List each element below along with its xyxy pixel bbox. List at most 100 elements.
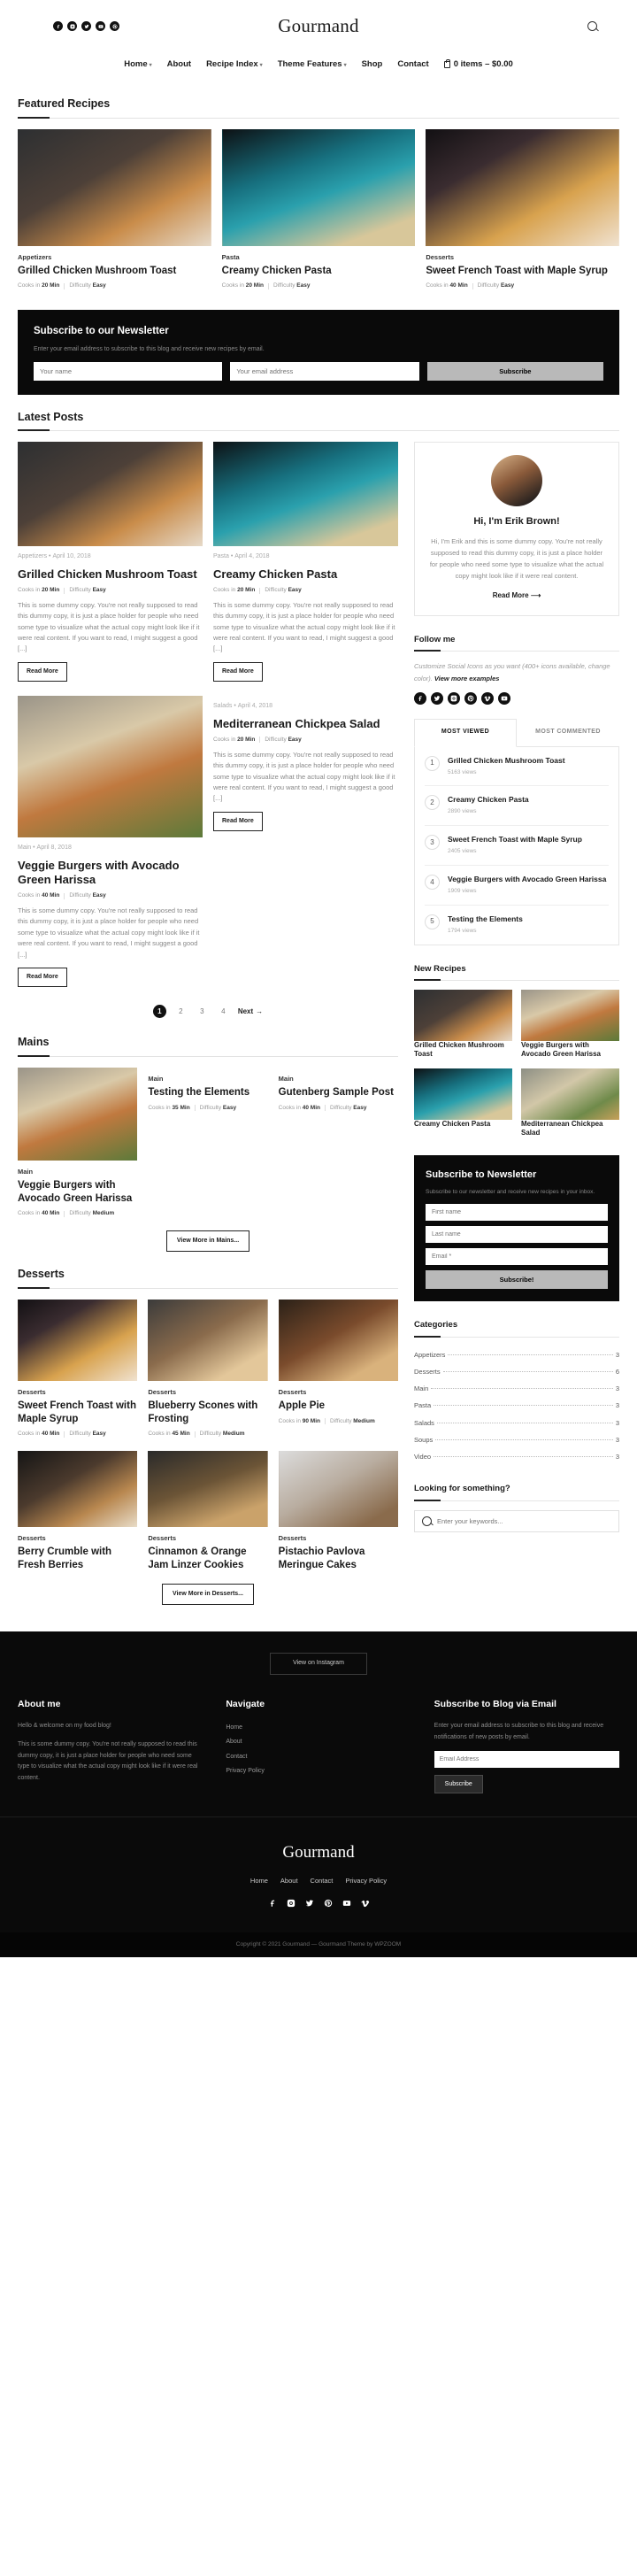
recipe-title[interactable]: Sweet French Toast with Maple Syrup [18, 1400, 137, 1425]
last-name-input[interactable] [426, 1226, 608, 1244]
category-row[interactable]: Video 3 [414, 1448, 619, 1465]
nav-item-recipe-index[interactable]: Recipe Index ▾ [206, 58, 263, 71]
recipe-title[interactable]: Blueberry Scones with Frosting [148, 1400, 267, 1425]
newsletter-subscribe-button[interactable]: Subscribe [426, 361, 603, 381]
about-read-more-link[interactable]: Read More ⟶ [493, 590, 541, 601]
category-row[interactable]: Soups 3 [414, 1431, 619, 1448]
subscribe-button[interactable]: Subscribe! [426, 1270, 608, 1290]
recipe-title[interactable]: Veggie Burgers with Avocado Green Hariss… [521, 1041, 619, 1060]
dessert-card[interactable]: Desserts Berry Crumble with Fresh Berrie… [18, 1450, 138, 1571]
recipe-category[interactable]: Main [18, 1167, 137, 1176]
instagram-icon[interactable] [448, 692, 460, 706]
footer-bottom-privacy[interactable]: Privacy Policy [345, 1876, 387, 1886]
dessert-card[interactable]: Desserts Pistachio Pavlova Meringue Cake… [278, 1450, 398, 1571]
ranked-item[interactable]: 4 Veggie Burgers with Avocado Green Hari… [425, 866, 609, 906]
twitter-icon[interactable] [304, 1898, 314, 1908]
vimeo-icon[interactable] [360, 1898, 370, 1908]
twitter-icon[interactable] [431, 692, 443, 706]
post-thumbnail[interactable] [18, 442, 203, 547]
ranked-item[interactable]: 5 Testing the Elements 1794 views [425, 906, 609, 945]
recipe-thumbnail[interactable] [414, 989, 512, 1041]
post-title[interactable]: Veggie Burgers with Avocado Green Hariss… [18, 859, 203, 888]
facebook-icon[interactable] [53, 21, 63, 32]
view-more-desserts-button[interactable]: View More in Desserts... [161, 1583, 254, 1606]
mains-card[interactable]: Main Testing the Elements Cooks in 35 Mi… [148, 1068, 267, 1218]
recipe-title[interactable]: Berry Crumble with Fresh Berries [18, 1546, 137, 1571]
category-name[interactable]: Appetizers [414, 1350, 445, 1360]
category-name[interactable]: Desserts [414, 1367, 441, 1377]
ranked-item[interactable]: 1 Grilled Chicken Mushroom Toast 5163 vie… [425, 747, 609, 787]
recipe-thumbnail[interactable] [278, 1300, 398, 1382]
recipe-category[interactable]: Desserts [279, 1533, 398, 1543]
recipe-thumbnail[interactable] [521, 989, 619, 1041]
mains-card[interactable]: Main Gutenberg Sample Post Cooks in 40 M… [279, 1068, 398, 1218]
rank-title[interactable]: Veggie Burgers with Avocado Green Hariss… [448, 875, 606, 884]
footer-bottom-home[interactable]: Home [250, 1876, 268, 1886]
rank-title[interactable]: Testing the Elements [448, 914, 523, 924]
facebook-icon[interactable] [414, 692, 426, 706]
featured-card[interactable]: Appetizers Grilled Chicken Mushroom Toas… [18, 128, 211, 290]
footer-subscribe-button[interactable]: Subscribe [434, 1774, 483, 1793]
nav-item-contact[interactable]: Contact [397, 58, 428, 71]
first-name-input[interactable] [426, 1204, 608, 1222]
recipe-category[interactable]: Desserts [426, 252, 619, 262]
recipe-thumbnail[interactable] [278, 1450, 398, 1527]
post-category[interactable]: Salads [213, 703, 232, 709]
site-brand[interactable]: Gourmand [195, 12, 442, 41]
new-recipe-item[interactable]: Veggie Burgers with Avocado Green Hariss… [521, 989, 619, 1060]
page-2-button[interactable]: 2 [174, 1005, 188, 1018]
post-thumbnail[interactable] [18, 696, 203, 838]
read-more-button[interactable]: Read More [213, 661, 263, 683]
post-category[interactable]: Appetizers [18, 553, 47, 559]
post-title[interactable]: Creamy Chicken Pasta [213, 567, 398, 582]
recipe-category[interactable]: Desserts [148, 1387, 267, 1397]
featured-card[interactable]: Pasta Creamy Chicken Pasta Cooks in 20 M… [221, 128, 416, 290]
next-page-button[interactable]: Next → [238, 1006, 263, 1017]
dessert-card[interactable]: Desserts Sweet French Toast with Maple S… [18, 1300, 138, 1438]
category-row[interactable]: Appetizers 3 [414, 1346, 619, 1363]
category-name[interactable]: Soups [414, 1435, 433, 1445]
nav-item-home[interactable]: Home ▾ [124, 58, 151, 71]
search-input[interactable] [437, 1516, 611, 1525]
post-category[interactable]: Main [18, 845, 31, 851]
category-name[interactable]: Pasta [414, 1400, 431, 1410]
category-name[interactable]: Main [414, 1384, 428, 1393]
recipe-title[interactable]: Mediterranean Chickpea Salad [521, 1120, 619, 1138]
page-4-button[interactable]: 4 [217, 1005, 230, 1018]
youtube-icon[interactable] [342, 1898, 351, 1908]
ranked-item[interactable]: 3 Sweet French Toast with Maple Syrup 240… [425, 826, 609, 867]
read-more-button[interactable]: Read More [18, 661, 67, 683]
view-more-examples-link[interactable]: View more examples [434, 675, 500, 683]
recipe-thumbnail[interactable] [221, 128, 416, 246]
instagram-icon[interactable] [286, 1898, 295, 1908]
dessert-card[interactable]: Desserts Cinnamon & Orange Jam Linzer Co… [148, 1450, 268, 1571]
post-thumbnail[interactable] [213, 442, 398, 547]
recipe-title[interactable]: Pistachio Pavlova Meringue Cakes [279, 1546, 398, 1571]
rank-title[interactable]: Creamy Chicken Pasta [448, 795, 529, 805]
view-more-mains-button[interactable]: View More in Mains... [165, 1230, 250, 1253]
recipe-title[interactable]: Cinnamon & Orange Jam Linzer Cookies [148, 1546, 267, 1571]
facebook-icon[interactable] [267, 1898, 277, 1908]
read-more-button[interactable]: Read More [18, 967, 67, 988]
recipe-title[interactable]: Apple Pie [279, 1400, 398, 1412]
recipe-category[interactable]: Desserts [18, 1533, 137, 1543]
recipe-title[interactable]: Creamy Chicken Pasta [222, 265, 416, 277]
recipe-title[interactable]: Sweet French Toast with Maple Syrup [426, 265, 619, 277]
email-input[interactable] [426, 1248, 608, 1266]
new-recipe-item[interactable]: Grilled Chicken Mushroom Toast [414, 989, 512, 1060]
nav-item-about[interactable]: About [167, 58, 191, 71]
tab-most-commented[interactable]: MOST COMMENTED [517, 719, 619, 746]
read-more-button[interactable]: Read More [213, 811, 263, 832]
tab-most-viewed[interactable]: MOST VIEWED [414, 719, 517, 747]
rank-title[interactable]: Sweet French Toast with Maple Syrup [448, 835, 582, 845]
ranked-item[interactable]: 2 Creamy Chicken Pasta 2890 views [425, 786, 609, 827]
recipe-title[interactable]: Gutenberg Sample Post [279, 1086, 398, 1099]
new-recipe-item[interactable]: Mediterranean Chickpea Salad [521, 1068, 619, 1138]
nav-item-shop[interactable]: Shop [362, 58, 383, 71]
post-title[interactable]: Grilled Chicken Mushroom Toast [18, 567, 203, 582]
category-name[interactable]: Salads [414, 1418, 434, 1428]
footer-nav-contact[interactable]: Contact [226, 1750, 411, 1765]
pinterest-icon[interactable] [110, 21, 119, 32]
recipe-thumbnail[interactable] [18, 1450, 138, 1527]
recipe-thumbnail[interactable] [18, 1300, 138, 1382]
